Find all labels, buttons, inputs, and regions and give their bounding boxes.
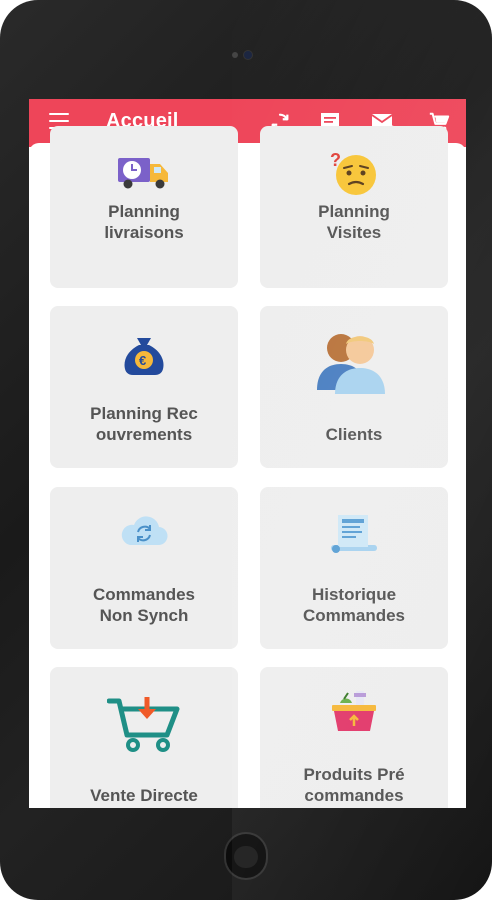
tile-label: Produits Pré commandes bbox=[303, 765, 405, 805]
tile-vente-directe[interactable]: Vente Directe bbox=[50, 667, 238, 808]
tile-label: Planning livraisons bbox=[104, 202, 184, 242]
euro-money-bag-icon: € bbox=[119, 332, 169, 381]
tile-label: Planning Visites bbox=[318, 202, 390, 242]
cloud-sync-icon bbox=[118, 515, 170, 554]
dashboard-grid: Planning livraisons ? Planning Visites €… bbox=[29, 126, 466, 808]
tile-label: Commandes Non Synch bbox=[92, 585, 196, 625]
tablet-frame: Accueil Planning livraisons ? Planning V… bbox=[0, 0, 492, 900]
tile-planning-recouvrements[interactable]: € Planning Rec ouvrements bbox=[50, 306, 238, 468]
tile-label: Planning Rec ouvrements bbox=[90, 404, 198, 444]
app-screen: Accueil Planning livraisons ? Planning V… bbox=[29, 99, 466, 808]
tile-planning-visites[interactable]: ? Planning Visites bbox=[260, 126, 448, 288]
svg-text:?: ? bbox=[330, 150, 341, 170]
camera bbox=[244, 51, 252, 59]
confused-face-icon: ? bbox=[328, 149, 380, 202]
cart-add-icon bbox=[106, 693, 181, 758]
tile-label: Historique Commandes bbox=[302, 585, 406, 625]
svg-text:€: € bbox=[139, 353, 146, 368]
tile-label: Clients bbox=[325, 425, 383, 444]
clients-icon bbox=[315, 328, 393, 403]
tile-planning-livraisons[interactable]: Planning livraisons bbox=[50, 126, 238, 288]
tile-historique-commandes[interactable]: Historique Commandes bbox=[260, 487, 448, 649]
tile-produits-pre-commandes[interactable]: Produits Pré commandes bbox=[260, 667, 448, 808]
speaker bbox=[232, 52, 238, 58]
tile-clients[interactable]: Clients bbox=[260, 306, 448, 468]
tile-commandes-non-synch[interactable]: Commandes Non Synch bbox=[50, 487, 238, 649]
home-button[interactable] bbox=[226, 834, 266, 878]
delivery-truck-icon bbox=[116, 154, 172, 197]
tile-label: Vente Directe bbox=[90, 786, 198, 805]
grocery-basket-icon bbox=[330, 689, 378, 738]
receipt-history-icon bbox=[328, 511, 380, 560]
